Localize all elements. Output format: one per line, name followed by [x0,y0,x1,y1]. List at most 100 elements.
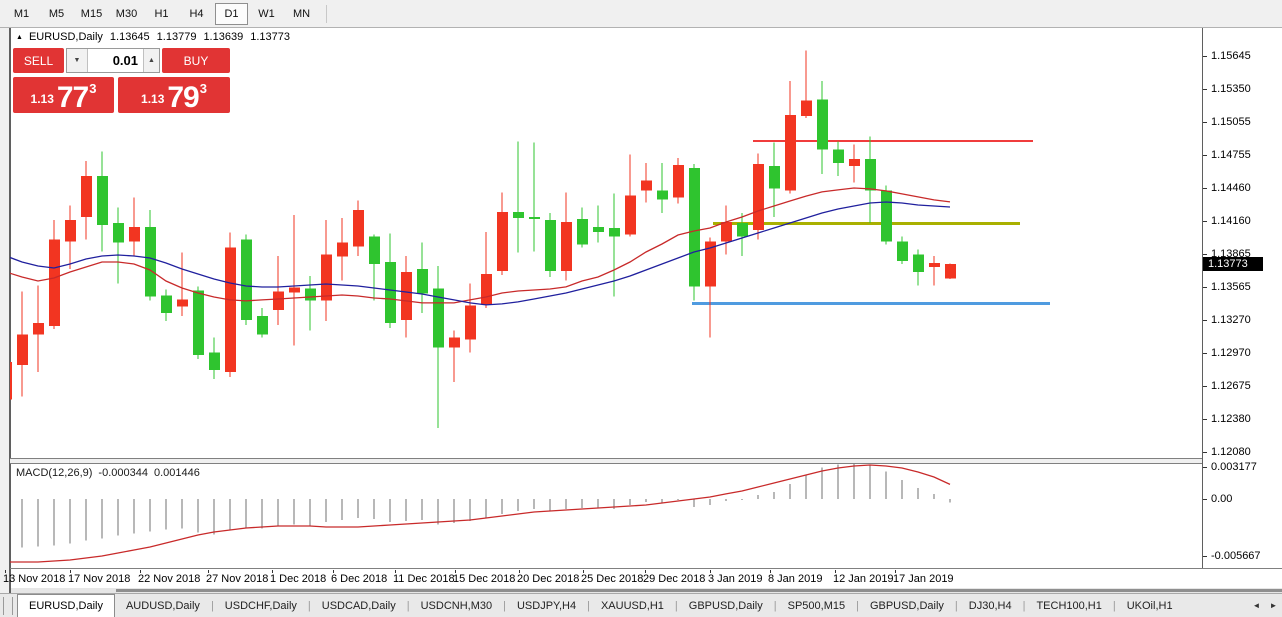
candlestick [401,256,412,337]
candle-body [10,362,12,399]
chart-tab-usdcad-daily[interactable]: USDCAD,Daily [311,594,407,617]
timeframe-button-h4[interactable]: H4 [180,3,213,25]
candle-body [513,212,524,218]
candle-body [897,242,908,262]
timeframe-button-d1[interactable]: D1 [215,3,248,25]
candle-body [545,220,556,271]
chart-tab-bar: EURUSD,DailyAUDUSD,Daily|USDCHF,Daily|US… [0,593,1282,617]
candlestick [801,50,812,118]
ohlc-high: 1.13779 [157,31,197,43]
candle-body [865,159,876,190]
candlestick [81,161,92,239]
date-axis-label: 29 Dec 2018 [643,573,705,585]
price-axis-label: 1.15350 [1211,83,1251,95]
timeframe-toolbar: M1M5M15M30H1H4D1W1MN [0,0,1282,28]
toolbar-separator [326,5,327,23]
timeframe-button-w1[interactable]: W1 [250,3,283,25]
timeframe-button-m30[interactable]: M30 [110,3,143,25]
buy-price-big: 79 [167,85,198,111]
chart-tab-xauusd-h1[interactable]: XAUUSD,H1 [590,594,675,617]
ohlc-open: 1.13645 [110,31,150,43]
candle-body [81,176,92,217]
buy-price-display[interactable]: 1.13 79 3 [118,77,230,113]
chart-tab-usdchf-daily[interactable]: USDCHF,Daily [214,594,308,617]
candle-body [273,292,284,311]
candlestick [129,198,140,257]
volume-stepper[interactable]: ▼ 0.01 ▲ [66,48,160,73]
price-axis-label: 1.12380 [1211,413,1251,425]
candlestick [321,220,332,321]
candlestick [385,234,396,328]
price-axis-tick [1203,221,1207,222]
chart-tab-gbpusd-daily[interactable]: GBPUSD,Daily [678,594,774,617]
macd-indicator-canvas[interactable] [10,464,1202,568]
candlestick [257,308,268,337]
sell-price-prefix: 1.13 [31,92,54,106]
sell-button[interactable]: SELL [13,48,64,73]
date-axis-label: 27 Nov 2018 [206,573,268,585]
timeframe-button-mn[interactable]: MN [285,3,318,25]
tab-scroll-right-button[interactable]: ► [1265,594,1282,617]
candlestick [625,154,636,236]
candlestick [897,237,908,264]
timeframe-button-m15[interactable]: M15 [75,3,108,25]
timeframe-button-m5[interactable]: M5 [40,3,73,25]
chart-tab-ukoil-h1[interactable]: UKOil,H1 [1116,594,1184,617]
candlestick [209,338,220,379]
candle-body [785,115,796,191]
price-axis-tick [1203,452,1207,453]
candlestick [913,249,924,285]
timeframe-button-m1[interactable]: M1 [5,3,38,25]
sell-price-display[interactable]: 1.13 77 3 [13,77,114,113]
volume-value[interactable]: 0.01 [88,49,143,72]
candle-body [145,227,156,297]
candle-body [177,299,188,306]
chart-tab-usdjpy-h4[interactable]: USDJPY,H4 [506,594,587,617]
timeframe-button-h1[interactable]: H1 [145,3,178,25]
candlestick [561,193,572,281]
volume-decrease-button[interactable]: ▼ [67,49,88,72]
chevron-down-icon: ▼ [74,57,81,64]
candle-body [881,191,892,242]
scrollbar-thumb[interactable] [116,589,1282,592]
chart-tab-usdcnh-m30[interactable]: USDCNH,M30 [410,594,504,617]
candlestick [145,210,156,300]
candle-body [209,352,220,370]
price-axis-label: 1.14460 [1211,182,1251,194]
date-axis-label: 15 Dec 2018 [453,573,515,585]
candlestick [241,235,252,325]
candlestick [513,142,524,253]
current-price-tag: 1.13773 [1203,257,1263,271]
chart-tab-audusd-daily[interactable]: AUDUSD,Daily [115,594,211,617]
price-axis-label: 1.14160 [1211,215,1251,227]
candle-body [17,335,28,365]
chart-tab-eurusd-daily[interactable]: EURUSD,Daily [17,594,115,617]
candlestick [33,286,44,372]
one-click-trading-panel: SELL ▼ 0.01 ▲ BUY 1.13 77 3 1.13 79 3 [13,48,230,113]
price-axis-tick [1203,122,1207,123]
candle-body [753,164,764,230]
chart-tab-sp500-m15[interactable]: SP500,M15 [777,594,856,617]
price-axis-label: 1.13565 [1211,281,1251,293]
price-axis: 1.156451.153501.150551.147551.144601.141… [1203,28,1282,568]
candlestick [577,207,588,247]
candle-body [401,272,412,320]
candle-body [353,210,364,246]
candle-body [241,240,252,320]
date-axis-label: 11 Dec 2018 [393,573,455,585]
volume-increase-button[interactable]: ▲ [143,49,159,72]
date-axis-label: 1 Dec 2018 [270,573,326,585]
candle-body [577,219,588,244]
chart-tab-gbpusd-daily[interactable]: GBPUSD,Daily [859,594,955,617]
price-axis-label: 1.12675 [1211,380,1251,392]
chart-tab-dj30-h4[interactable]: DJ30,H4 [958,594,1023,617]
buy-button[interactable]: BUY [162,48,230,73]
chart-tab-tech100-h1[interactable]: TECH100,H1 [1025,594,1112,617]
candle-body [721,222,732,242]
tab-scroll-left-button[interactable]: ◄ [1248,594,1265,617]
price-axis-label: 1.15055 [1211,116,1251,128]
price-axis-label: 1.12970 [1211,347,1251,359]
candlestick [657,163,668,213]
tab-bar-spacer [1184,594,1248,617]
candle-body [49,240,60,326]
